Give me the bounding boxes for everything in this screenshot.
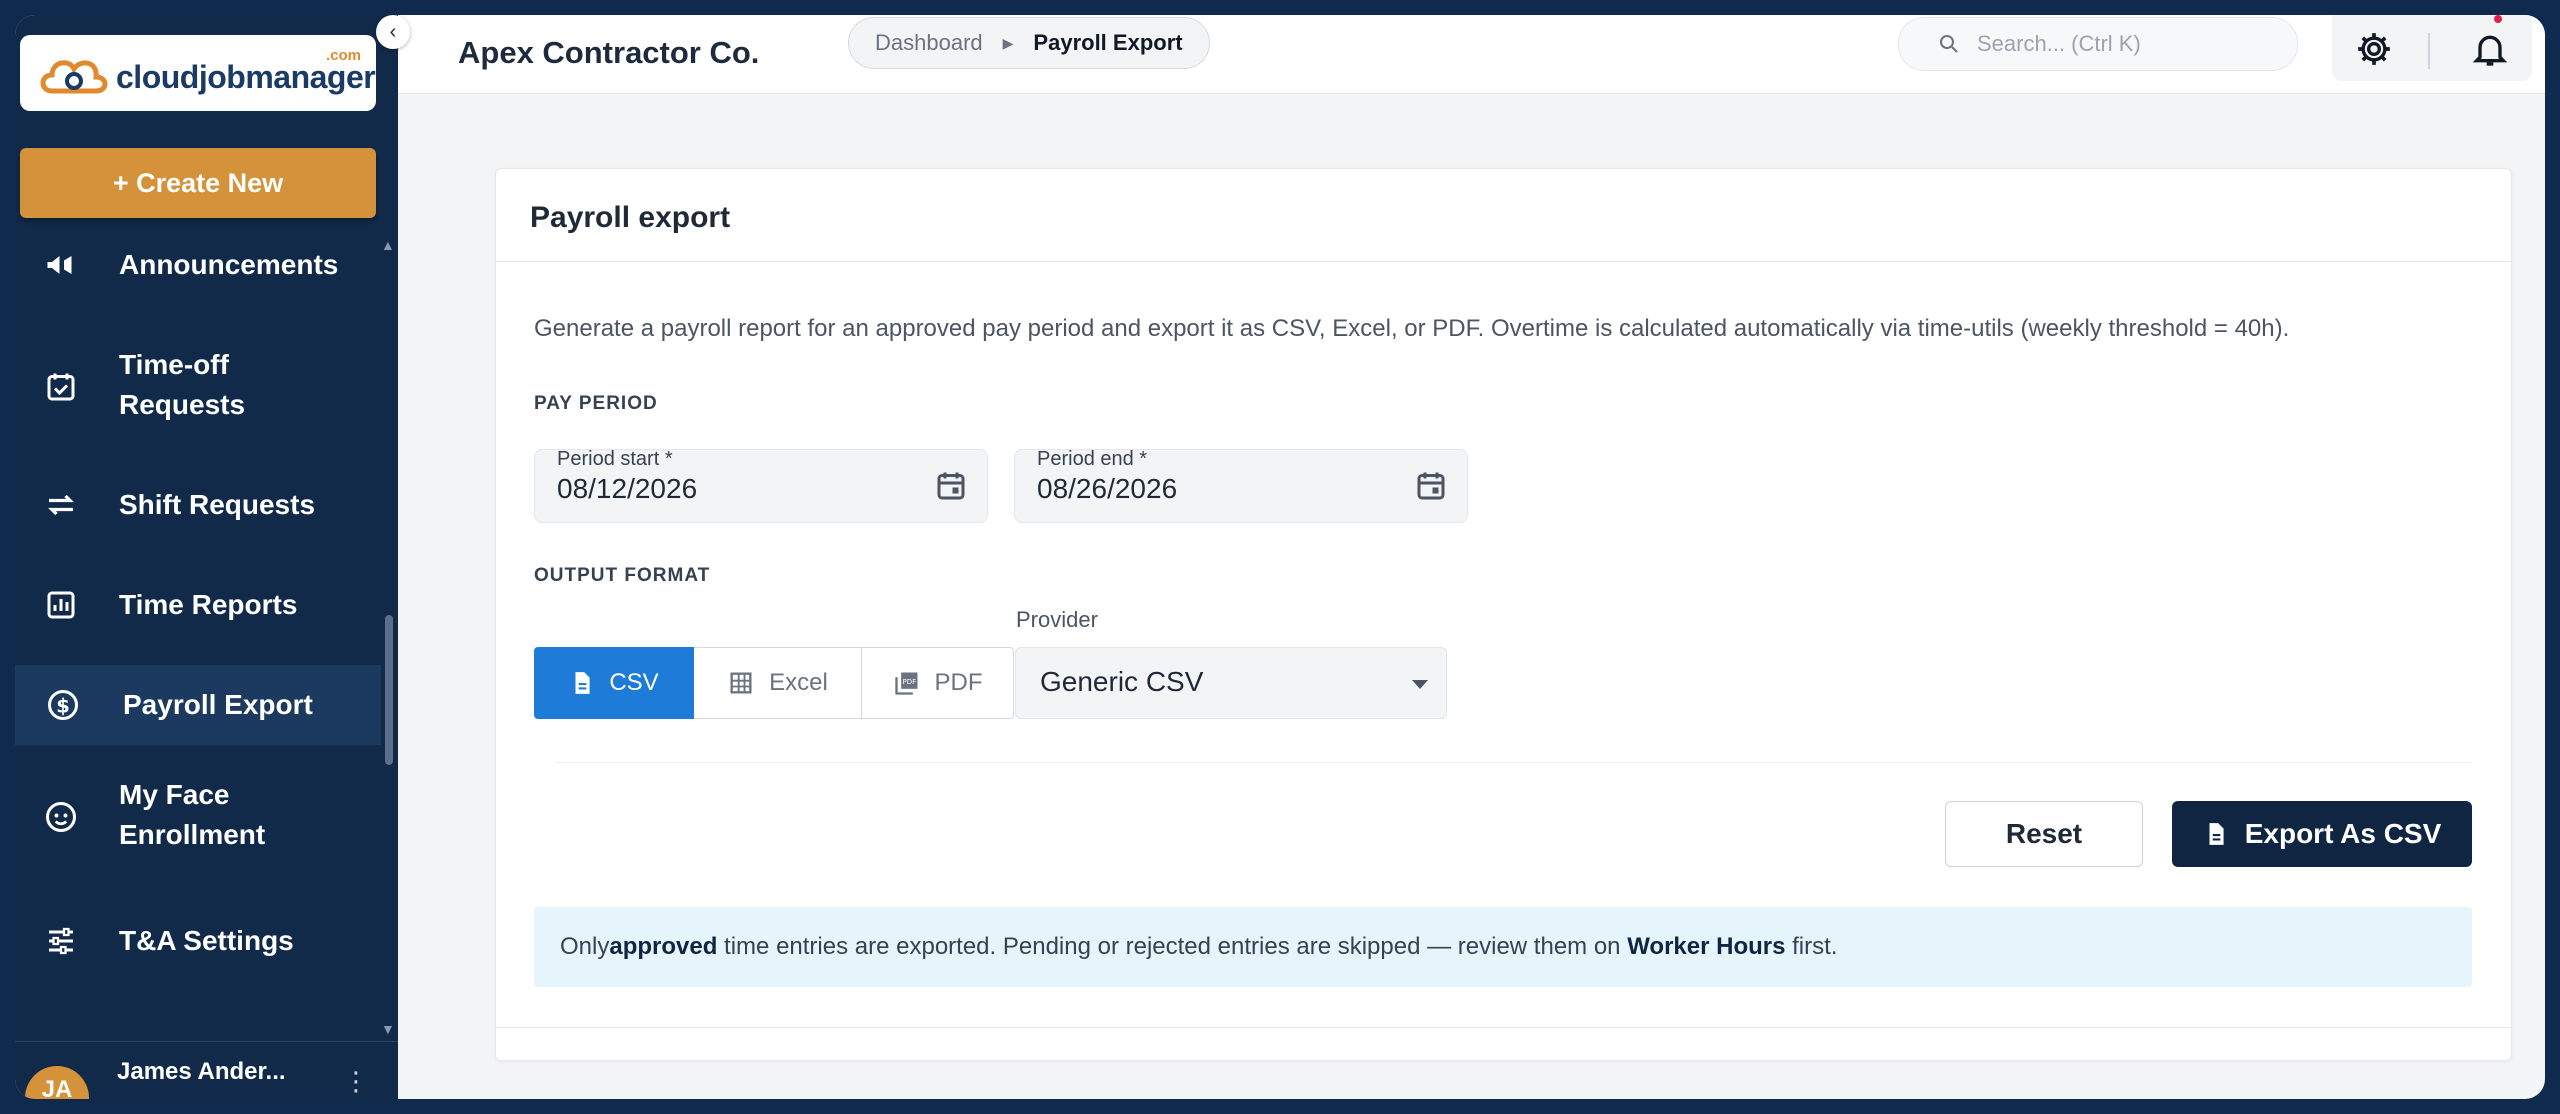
bar-chart-icon — [47, 591, 75, 619]
sidebar-scrollbar[interactable] — [385, 615, 393, 765]
calendar-icon[interactable] — [1413, 468, 1449, 504]
dollar-circle-icon: $ — [48, 690, 78, 720]
sidebar-item-shift-requests[interactable]: Shift Requests — [15, 483, 383, 527]
page-title: Payroll export — [530, 201, 731, 234]
breadcrumb: Dashboard ▶ Payroll Export — [848, 17, 1210, 69]
period-end-label: Period end * — [1037, 448, 1148, 470]
sidebar-item-time-reports[interactable]: Time Reports — [15, 583, 383, 627]
format-excel-button[interactable]: Excel — [694, 647, 862, 719]
sidebar-item-time-off-requests[interactable]: Time-off Requests — [15, 345, 383, 431]
svg-text:PDF: PDF — [902, 678, 916, 686]
brand-name: cloudjobmanager — [116, 59, 376, 95]
period-start-field[interactable]: Period start * 08/12/2026 — [534, 448, 988, 523]
format-pdf-button[interactable]: PDF PDF — [862, 647, 1014, 719]
notification-dot — [2494, 15, 2502, 23]
sliders-icon — [49, 927, 73, 955]
output-format-label: OUTPUT FORMAT — [534, 565, 711, 586]
swap-arrows-icon — [48, 494, 74, 516]
caret-down-icon — [1412, 680, 1428, 689]
period-start-value: 08/12/2026 — [557, 473, 698, 504]
app-window: cloudjobmanager .com ‹ + Create New ▲ An… — [15, 15, 2545, 1099]
info-notice: Only approved time entries are exported.… — [534, 907, 2472, 987]
reset-button[interactable]: Reset — [1945, 801, 2143, 867]
breadcrumb-current: Payroll Export — [1033, 30, 1183, 55]
search-placeholder: Search... (Ctrl K) — [1977, 31, 2141, 56]
format-csv-button[interactable]: CSV — [534, 647, 694, 719]
period-end-value: 08/26/2026 — [1037, 473, 1178, 504]
top-bar: Apex Contractor Co. Dashboard ▶ Payroll … — [398, 15, 2545, 94]
scroll-up-icon[interactable]: ▲ — [381, 237, 395, 253]
brand-logo[interactable]: cloudjobmanager .com — [20, 35, 376, 111]
brand-suffix: .com — [326, 47, 362, 64]
header-actions — [2332, 15, 2532, 81]
chevron-right-icon: ▶ — [1002, 34, 1014, 51]
user-name: James Ander... — [117, 1058, 286, 1085]
more-vertical-icon[interactable]: ⋮ — [343, 1066, 369, 1097]
calendar-check-icon — [47, 373, 75, 401]
face-icon — [46, 802, 76, 832]
export-button[interactable]: Export As CSV — [2172, 801, 2472, 867]
chevron-left-icon: ‹ — [389, 20, 397, 43]
card-footer-divider — [496, 1027, 2511, 1028]
search-icon — [1940, 35, 1958, 53]
collapse-sidebar-button[interactable]: ‹ — [376, 15, 410, 49]
calendar-icon[interactable] — [933, 468, 969, 504]
provider-select[interactable]: Generic CSV — [1015, 647, 1447, 719]
format-toggle-group: CSV Excel PDF PDF — [534, 647, 1014, 719]
pay-period-label: PAY PERIOD — [534, 393, 658, 414]
sidebar-item-ta-settings[interactable]: T&A Settings — [15, 919, 383, 963]
user-profile[interactable]: JA James Ander... ⋮ — [15, 1041, 398, 1099]
sidebar-item-face-enrollment[interactable]: My Face Enrollment — [15, 775, 383, 861]
pdf-icon: PDF — [894, 672, 917, 695]
sidebar: cloudjobmanager .com ‹ + Create New ▲ An… — [15, 15, 410, 1099]
document-icon — [575, 672, 590, 694]
avatar: JA — [25, 1066, 89, 1099]
search-input[interactable]: Search... (Ctrl K) — [1898, 17, 2298, 71]
divider — [556, 762, 2471, 763]
header-divider — [2428, 33, 2430, 69]
description: Generate a payroll report for an approve… — [534, 315, 2290, 342]
cloud-logo-icon — [40, 60, 108, 94]
bell-icon[interactable] — [2470, 29, 2510, 69]
gear-icon[interactable] — [2354, 29, 2394, 69]
create-new-button[interactable]: + Create New — [20, 148, 376, 218]
company-name: Apex Contractor Co. — [458, 35, 760, 70]
payroll-export-card: Payroll export Generate a payroll report… — [495, 168, 2512, 1061]
breadcrumb-dashboard[interactable]: Dashboard — [875, 30, 983, 56]
provider-label: Provider — [1016, 607, 1098, 632]
period-start-label: Period start * — [557, 448, 673, 470]
card-header: Payroll export — [496, 169, 2511, 262]
period-end-field[interactable]: Period end * 08/26/2026 — [1014, 448, 1468, 523]
svg-text:$: $ — [56, 695, 70, 718]
document-icon — [2209, 823, 2224, 845]
worker-hours-link[interactable]: Worker Hours — [1627, 933, 1785, 961]
scroll-down-icon[interactable]: ▼ — [381, 1021, 395, 1037]
sidebar-item-payroll-export[interactable]: $ Payroll Export — [15, 665, 381, 745]
provider-value: Generic CSV — [1040, 666, 1204, 697]
grid-icon — [730, 672, 752, 694]
megaphone-icon — [47, 256, 72, 274]
sidebar-item-announcements[interactable]: Announcements — [15, 243, 383, 287]
